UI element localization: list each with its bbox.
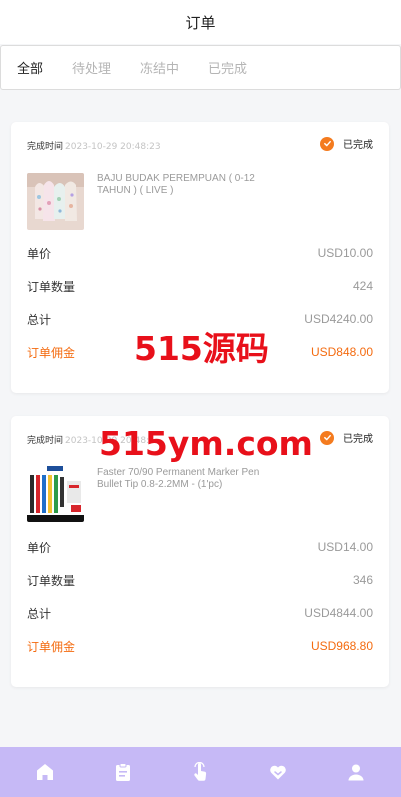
quantity-label: 订单数量 [27,279,76,294]
completion-time-value: 2023-10-29 20:48:23 [65,142,161,152]
status-text: 已完成 [343,140,373,151]
product-image [27,465,84,522]
commission-value: USD968.80 [310,639,373,653]
quantity-value: 424 [352,279,373,293]
nav-grab[interactable] [180,752,220,792]
completion-time-label: 完成时间 [27,436,64,446]
product-image [27,173,84,230]
completion-time-label: 完成时间 [27,142,64,152]
status-badge: 已完成 [320,136,373,151]
quantity-row: 订单数量 424 [27,277,373,295]
home-icon [36,764,53,780]
tap-hand-icon [194,762,207,781]
user-icon [348,764,364,781]
tab-pending[interactable]: 待处理 [72,58,111,77]
unit-price-label: 单价 [27,540,52,555]
status-badge: 已完成 [320,430,373,445]
check-circle-icon [320,430,334,445]
heart-icon [270,765,287,780]
status-text: 已完成 [343,434,373,445]
quantity-value: 346 [352,573,373,587]
clipboard-icon [115,763,130,781]
quantity-label: 订单数量 [27,573,76,588]
commission-label: 订单佣金 [27,639,76,654]
unit-price-row: 单价 USD14.00 [27,538,373,556]
nav-profile[interactable] [336,752,376,792]
total-value: USD4844.00 [304,606,373,620]
completion-time: 完成时间 2023-10-29 20:48:23 [27,139,161,152]
nav-home[interactable] [25,752,65,792]
commission-value: USD848.00 [310,345,373,359]
watermark-text: 515ym.com [99,424,313,463]
nav-orders[interactable] [103,752,143,792]
top-bar: 订单 [0,0,401,44]
total-label: 总计 [27,312,52,327]
tab-all[interactable]: 全部 [17,58,43,77]
product-name: Faster 70/90 Permanent Marker Pen Bullet… [97,467,260,490]
check-circle-icon [320,136,334,151]
tab-frozen[interactable]: 冻结中 [140,58,179,77]
order-tabs: 全部 待处理 冻结中 已完成 [0,45,401,90]
nav-service[interactable] [258,752,298,792]
unit-price-row: 单价 USD10.00 [27,244,373,262]
unit-price-value: USD14.00 [317,540,373,554]
page-title: 订单 [185,13,216,32]
unit-price-value: USD10.00 [317,246,373,260]
bottom-nav [0,747,401,797]
total-row: 总计 USD4844.00 [27,604,373,622]
tab-completed[interactable]: 已完成 [208,58,247,77]
product-name: BAJU BUDAK PEREMPUAN ( 0-12 TAHUN ) ( LI… [97,173,255,196]
total-label: 总计 [27,606,52,621]
watermark-text: 515源码 [134,329,269,368]
commission-label: 订单佣金 [27,345,76,360]
quantity-row: 订单数量 346 [27,571,373,589]
total-value: USD4240.00 [304,312,373,326]
unit-price-label: 单价 [27,246,52,261]
commission-row: 订单佣金 USD968.80 [27,637,373,655]
